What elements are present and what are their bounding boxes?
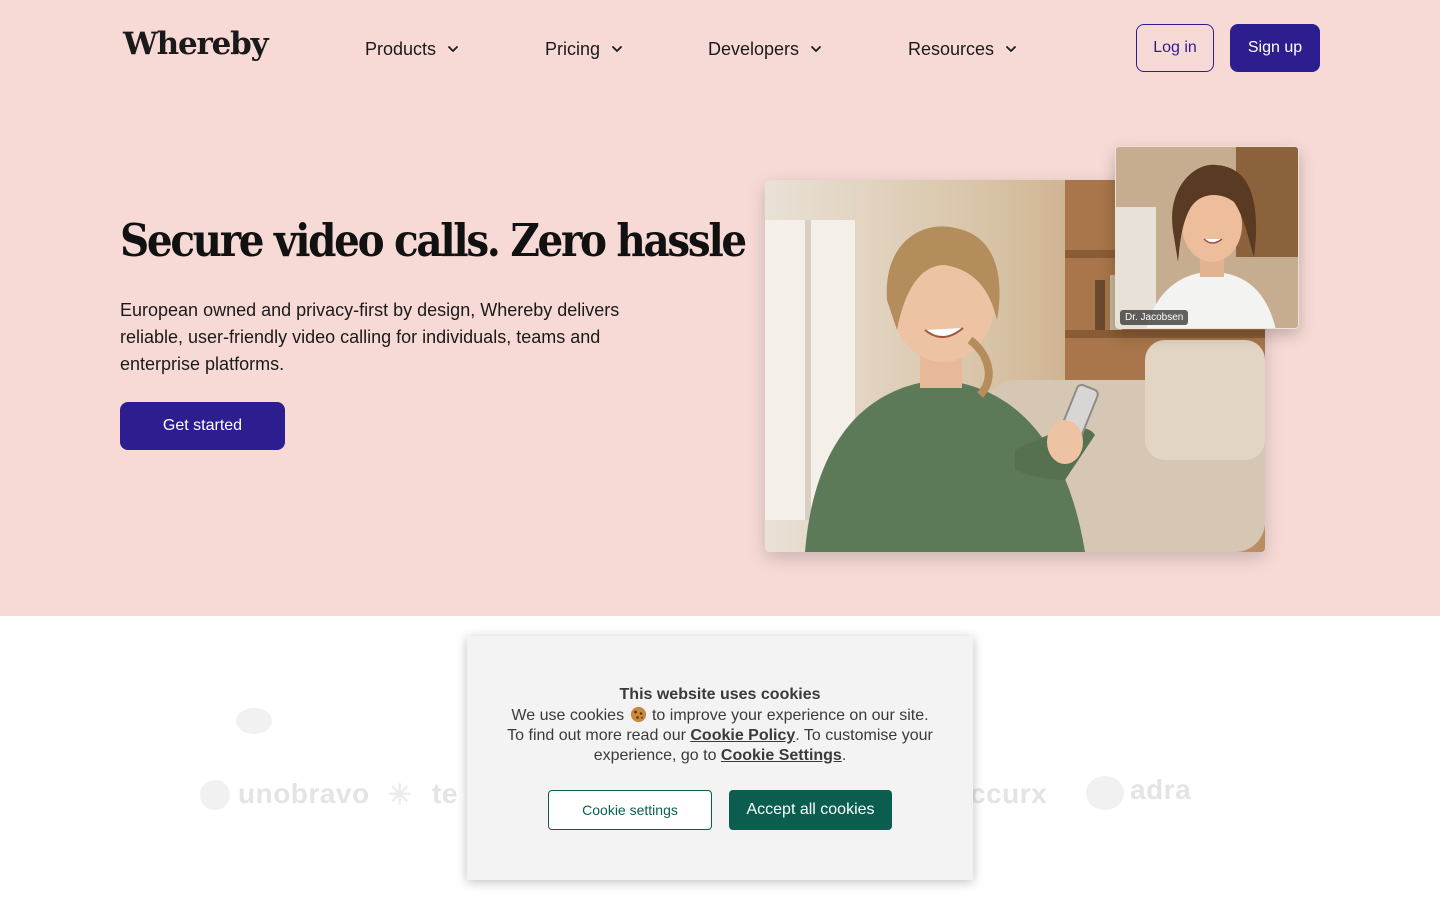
nav-products[interactable]: Products <box>365 36 460 62</box>
chevron-down-icon <box>446 42 460 56</box>
asterisk-icon: ✳ <box>388 779 412 810</box>
cookie-text-line2-start: To find out more read our <box>507 727 686 744</box>
chevron-down-icon <box>1004 42 1018 56</box>
cookie-banner-title: This website uses cookies <box>619 686 821 703</box>
customer-logo-te: te <box>432 778 458 809</box>
nav-resources[interactable]: Resources <box>908 36 1018 62</box>
cookie-policy-link[interactable]: Cookie Policy <box>690 727 795 744</box>
cookie-settings-link[interactable]: Cookie Settings <box>721 747 842 764</box>
nav-products-label: Products <box>365 38 437 59</box>
hero-subtext: European owned and privacy-first by desi… <box>120 300 620 374</box>
customer-logo-adra: adra <box>1130 774 1192 805</box>
nav-developers-label: Developers <box>708 38 800 59</box>
adra-logo-mark <box>1086 776 1124 810</box>
signup-button[interactable]: Sign up <box>1230 24 1320 72</box>
faded-logo-mark <box>236 708 272 734</box>
chevron-down-icon <box>809 42 823 56</box>
top-navigation: Whereby Products Pricing Developers Reso… <box>0 0 1440 96</box>
cookie-consent-banner: This website uses cookies We use cookies… <box>467 636 973 880</box>
customer-logo-ccurx: ccurx <box>970 778 1048 809</box>
hero-headline: Secure video calls. Zero hassle <box>120 214 747 267</box>
nav-pricing-label: Pricing <box>545 38 601 59</box>
cookie-text-end: . <box>841 747 847 764</box>
unobravo-logo-mark <box>200 780 230 810</box>
cookie-text-line1-end: to improve your experience on our site. <box>651 707 929 724</box>
nav-pricing[interactable]: Pricing <box>545 36 624 62</box>
hero-video-pip-image: Dr. Jacobsen <box>1115 146 1299 329</box>
nav-resources-label: Resources <box>908 38 995 59</box>
nav-developers[interactable]: Developers <box>708 36 823 62</box>
accept-all-cookies-button[interactable]: Accept all cookies <box>729 790 892 830</box>
participant-name-label: Dr. Jacobsen <box>1120 310 1189 325</box>
cookie-text-line1-start: We use cookies <box>511 707 625 724</box>
cookie-banner-text: We use cookies to improve your experienc… <box>487 706 953 766</box>
hero-section: Whereby Products Pricing Developers Reso… <box>0 0 1440 616</box>
chevron-down-icon <box>610 42 624 56</box>
customer-logo-unobravo: unobravo <box>238 778 370 809</box>
get-started-button[interactable]: Get started <box>120 402 285 450</box>
cookie-icon <box>629 706 648 723</box>
whereby-logo[interactable]: Whereby <box>123 26 269 62</box>
cookie-settings-button[interactable]: Cookie settings <box>548 790 712 830</box>
login-button[interactable]: Log in <box>1136 24 1214 72</box>
